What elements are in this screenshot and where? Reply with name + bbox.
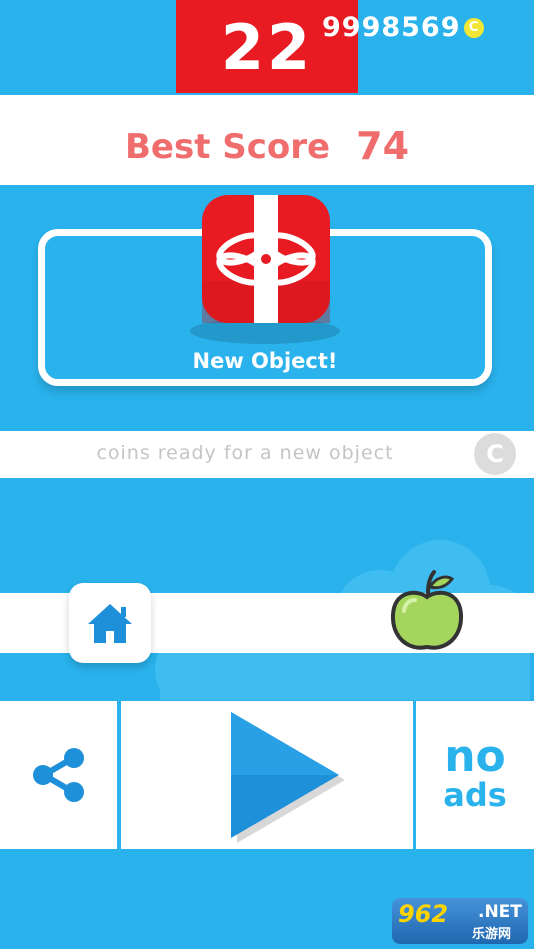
coin-icon: C: [463, 17, 484, 38]
coin-count: 9998569: [322, 12, 461, 43]
watermark-number: 962: [398, 900, 449, 928]
best-score-value: 74: [356, 124, 410, 168]
home-icon: [88, 604, 132, 643]
coin-counter: 9998569 C: [322, 12, 484, 43]
share-icon: [32, 748, 84, 802]
best-score-label: Best Score: [124, 127, 331, 167]
play-button[interactable]: [121, 701, 413, 849]
share-button[interactable]: [0, 701, 117, 849]
new-object-label: New Object!: [192, 349, 338, 373]
no-ads-button[interactable]: no ads: [416, 701, 534, 849]
current-score: 22: [220, 10, 314, 84]
play-icon: [231, 712, 345, 843]
apple-icon[interactable]: [388, 569, 466, 659]
gift-box-icon[interactable]: [200, 193, 332, 325]
watermark-suffix: .NET: [478, 902, 522, 922]
watermark-chinese: 乐游网: [472, 927, 512, 942]
watermark-logo: 962 .NET 乐游网: [392, 898, 528, 944]
best-score: Best Score 74: [0, 124, 534, 168]
no-ads-label-top: no: [444, 731, 506, 782]
home-button[interactable]: [69, 583, 151, 663]
no-ads-label-bottom: ads: [443, 776, 507, 814]
coins-ready-text: coins ready for a new object: [96, 442, 394, 464]
coin-icon: C: [474, 433, 516, 475]
